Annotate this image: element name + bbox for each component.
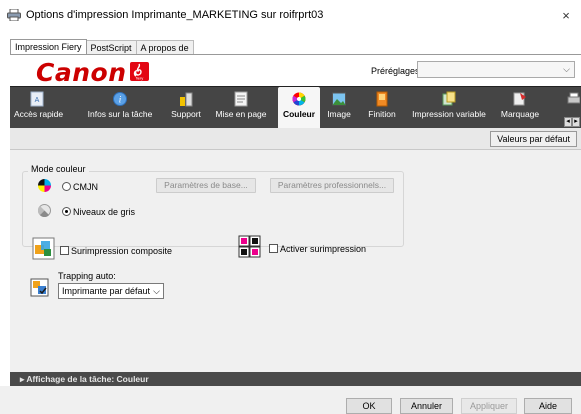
chevron-down-icon: ⌵ bbox=[153, 286, 160, 296]
toolbar-label: Marquage bbox=[500, 109, 540, 119]
toolbar-media[interactable]: Support bbox=[166, 87, 206, 128]
cmjn-radio[interactable] bbox=[62, 182, 71, 191]
cancel-button[interactable]: Annuler bbox=[400, 398, 453, 414]
trapping-icon bbox=[30, 278, 49, 297]
window-title: Options d'impression Imprimante_MARKETIN… bbox=[26, 9, 324, 21]
toolbar-label: Impression variable bbox=[412, 109, 486, 119]
toolbar-image[interactable]: Image bbox=[324, 87, 354, 128]
expand-arrow-icon: ▸ bbox=[20, 374, 25, 384]
image-icon bbox=[332, 91, 346, 107]
finishing-icon bbox=[375, 91, 389, 107]
presets-label: Préréglages: bbox=[371, 66, 423, 76]
tab-impression-fiery[interactable]: Impression Fiery bbox=[10, 39, 87, 55]
toolbar-label: Accès rapide bbox=[14, 109, 64, 119]
toolbar-color[interactable]: Couleur bbox=[278, 87, 320, 128]
composite-overprint-label: Surimpression composite bbox=[71, 246, 173, 256]
toolbar-label: Infos sur la tâche bbox=[87, 109, 153, 119]
printer-icon bbox=[566, 91, 581, 107]
toolbar-scroll: ◂ ▸ bbox=[564, 117, 580, 127]
toolbar-job-info[interactable]: i Infos sur la tâche bbox=[82, 87, 158, 128]
toolbar-quick-access[interactable]: A Accès rapide bbox=[14, 87, 64, 128]
title-bar: Options d'impression Imprimante_MARKETIN… bbox=[0, 0, 581, 30]
enable-overprint-label: Activer surimpression bbox=[280, 244, 367, 254]
job-view-bar[interactable]: ▸ Affichage de la tâche: Couleur bbox=[10, 372, 581, 386]
color-mode-legend: Mode couleur bbox=[28, 164, 89, 174]
basic-params-button[interactable]: Paramètres de base... bbox=[156, 178, 256, 193]
color-settings-panel: Mode couleur CMJN Paramètres de base... … bbox=[10, 150, 581, 372]
overprint-icon bbox=[238, 235, 261, 258]
fiery-flame-icon: fiery bbox=[133, 63, 144, 81]
scroll-right-icon[interactable]: ▸ bbox=[572, 117, 580, 127]
info-icon: i bbox=[113, 91, 127, 107]
cmjn-label: CMJN bbox=[73, 182, 98, 192]
canon-logo: Canon bbox=[36, 58, 127, 87]
scroll-left-icon[interactable]: ◂ bbox=[564, 117, 572, 127]
presets-select[interactable]: ⌵ bbox=[417, 61, 575, 78]
tab-postscript[interactable]: PostScript bbox=[85, 40, 137, 54]
trapping-select[interactable]: Imprimante par défaut ⌵ bbox=[58, 283, 164, 299]
category-toolbar: A Accès rapide i Infos sur la tâche Supp… bbox=[10, 86, 581, 128]
pro-params-button[interactable]: Paramètres professionnels... bbox=[270, 178, 394, 193]
toolbar-label: Image bbox=[327, 109, 351, 119]
dialog-footer: OK Annuler Appliquer Aide bbox=[0, 386, 581, 414]
grayscale-label: Niveaux de gris bbox=[73, 207, 136, 217]
toolbar-label: Couleur bbox=[282, 109, 316, 119]
fiery-badge-text: fiery bbox=[136, 76, 144, 81]
toolbar-label: Finition bbox=[368, 109, 396, 119]
toolbar-label: Support bbox=[171, 109, 201, 119]
defaults-button[interactable]: Valeurs par défaut bbox=[490, 131, 577, 147]
quick-access-icon: A bbox=[30, 91, 44, 107]
close-icon[interactable]: × bbox=[559, 8, 573, 23]
composite-overprint-checkbox[interactable] bbox=[60, 246, 69, 255]
cmyk-icon bbox=[38, 179, 51, 192]
defaults-bar: Valeurs par défaut bbox=[10, 128, 581, 150]
media-icon bbox=[179, 91, 193, 107]
tab-a-propos[interactable]: A propos de bbox=[135, 40, 194, 54]
fiery-logo: fiery bbox=[130, 62, 149, 81]
toolbar-label: Mise en page bbox=[215, 109, 267, 119]
enable-overprint-checkbox[interactable] bbox=[269, 244, 278, 253]
toolbar-layout[interactable]: Mise en page bbox=[214, 87, 268, 128]
toolbar-variable-print[interactable]: Impression variable bbox=[410, 87, 488, 128]
grayscale-radio[interactable] bbox=[62, 207, 71, 216]
tab-strip: Impression Fiery PostScript A propos de bbox=[10, 39, 194, 55]
chevron-down-icon: ⌵ bbox=[563, 64, 570, 74]
toolbar-finishing[interactable]: Finition bbox=[362, 87, 402, 128]
trapping-label: Trapping auto: bbox=[58, 271, 116, 281]
stamping-icon bbox=[513, 91, 527, 107]
grayscale-icon bbox=[38, 204, 51, 217]
job-view-label: Affichage de la tâche: Couleur bbox=[26, 374, 149, 384]
printer-icon bbox=[7, 9, 21, 21]
layout-icon bbox=[234, 91, 248, 107]
apply-button[interactable]: Appliquer bbox=[461, 398, 517, 414]
toolbar-stamping[interactable]: Marquage bbox=[494, 87, 546, 128]
color-wheel-icon bbox=[292, 91, 306, 107]
svg-text:A: A bbox=[35, 97, 40, 104]
composite-overprint-icon bbox=[32, 237, 55, 260]
help-button[interactable]: Aide bbox=[524, 398, 572, 414]
trapping-value: Imprimante par défaut bbox=[62, 286, 151, 296]
variable-print-icon bbox=[442, 91, 456, 107]
ok-button[interactable]: OK bbox=[346, 398, 392, 414]
